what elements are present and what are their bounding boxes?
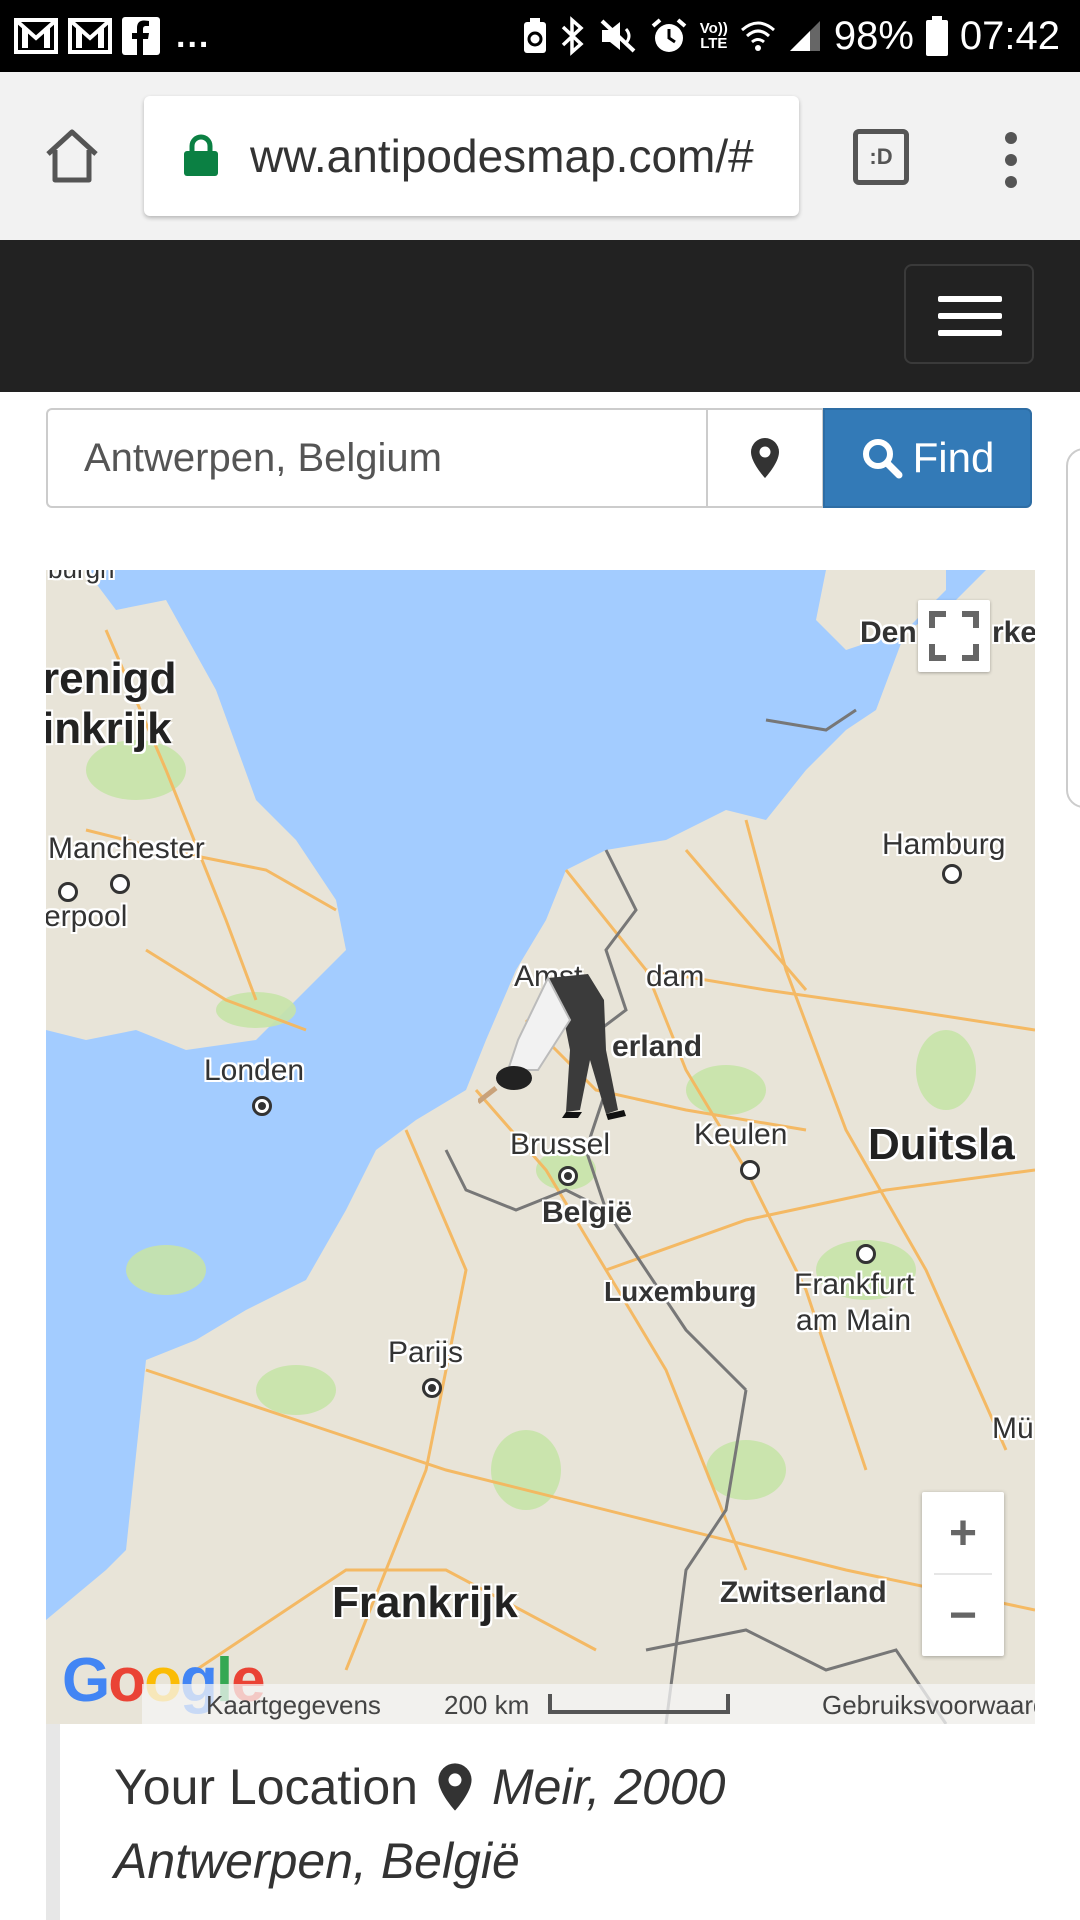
secure-lock-icon bbox=[184, 134, 218, 176]
map-attribution-bar: Kaartgegevens 200 km Gebruiksvoorwaarden bbox=[142, 1684, 1035, 1724]
map-label-denemarken-a: Den bbox=[860, 616, 917, 649]
map-label-verenigd: renigd bbox=[46, 654, 177, 703]
address-line-2: Antwerpen, België bbox=[114, 1833, 520, 1889]
more-vert-icon bbox=[1005, 132, 1017, 188]
map-label-munchen: Mü bbox=[992, 1412, 1034, 1445]
map-label-frankrijk: Frankrijk bbox=[332, 1578, 518, 1627]
clock: 07:42 bbox=[959, 14, 1060, 58]
map-label-hamburg: Hamburg bbox=[882, 828, 1006, 861]
zoom-controls: + − bbox=[922, 1492, 1004, 1656]
address-bar[interactable]: ww.antipodesmap.com/# bbox=[144, 96, 799, 216]
person-figure-icon bbox=[476, 974, 626, 1120]
capital-marker bbox=[558, 1166, 578, 1186]
zoom-out-button[interactable]: − bbox=[922, 1574, 1004, 1656]
zoom-in-button[interactable]: + bbox=[922, 1492, 1004, 1574]
map-label-duitsland: Duitsla bbox=[868, 1120, 1015, 1169]
nav-menu-toggle[interactable] bbox=[904, 264, 1034, 364]
location-search: Find bbox=[46, 408, 1032, 508]
location-search-input[interactable] bbox=[46, 408, 708, 508]
bluetooth-icon bbox=[560, 16, 586, 56]
find-label: Find bbox=[912, 434, 995, 481]
wifi-icon bbox=[740, 18, 776, 54]
terms-link[interactable]: Gebruiksvoorwaarden bbox=[822, 1690, 1035, 1721]
signal-icon bbox=[788, 19, 822, 53]
map-label-manchester: Manchester bbox=[48, 832, 205, 865]
search-icon bbox=[862, 439, 903, 479]
map-label-zwitserland: Zwitserland bbox=[720, 1576, 887, 1609]
address-line-1: Meir, 2000 bbox=[491, 1759, 726, 1815]
map-data-link[interactable]: Kaartgegevens bbox=[206, 1690, 381, 1721]
map-label-frankfurt: Frankfurt bbox=[794, 1268, 915, 1301]
your-location-card: Your Location Meir, 2000 Antwerpen, Belg… bbox=[46, 1724, 1035, 1920]
browser-toolbar: ww.antipodesmap.com/# :D bbox=[0, 72, 1080, 240]
battery-icon bbox=[925, 16, 948, 56]
map-label-luxemburg: Luxemburg bbox=[604, 1276, 757, 1307]
map-label-liverpool: erpool bbox=[46, 900, 128, 933]
side-panel-edge bbox=[1066, 448, 1080, 808]
map-marker-icon bbox=[438, 1763, 472, 1811]
map-marker-icon bbox=[751, 438, 779, 478]
fullscreen-icon bbox=[929, 611, 979, 661]
map-label-denemarken-b: rke bbox=[992, 616, 1035, 649]
more-notifications: ... bbox=[176, 17, 211, 55]
gmail-icon bbox=[68, 18, 112, 54]
city-marker bbox=[856, 1244, 876, 1264]
alarm-icon bbox=[650, 17, 688, 55]
city-marker bbox=[110, 874, 130, 894]
your-location-heading: Your Location bbox=[114, 1759, 418, 1815]
fullscreen-button[interactable] bbox=[918, 600, 990, 672]
gmail-icon bbox=[14, 18, 58, 54]
capital-marker bbox=[252, 1096, 272, 1116]
battery-percent: 98% bbox=[833, 14, 914, 58]
browser-menu-button[interactable] bbox=[994, 130, 1028, 190]
hamburger-icon bbox=[938, 296, 1002, 302]
find-button[interactable]: Find bbox=[823, 408, 1032, 508]
city-marker bbox=[942, 864, 962, 884]
map-label-koninkrijk: inkrijk bbox=[46, 704, 172, 753]
map-label-belgie: België bbox=[542, 1196, 633, 1229]
status-bar: ... Vo)) LTE 98% 07:42 bbox=[0, 0, 1080, 72]
home-button[interactable] bbox=[40, 124, 104, 188]
facebook-icon bbox=[122, 17, 160, 55]
site-navbar bbox=[0, 240, 1080, 392]
map-label-londen: Londen bbox=[204, 1054, 305, 1087]
map-label-parijs: Parijs bbox=[388, 1336, 464, 1369]
antipode-figure-marker[interactable] bbox=[476, 960, 658, 1140]
tab-switcher-button[interactable]: :D bbox=[853, 129, 909, 185]
map-label-edinburgh: burgh bbox=[48, 570, 115, 585]
mute-vibrate-icon bbox=[598, 17, 638, 55]
city-marker bbox=[740, 1160, 760, 1180]
map-scale-label[interactable]: 200 km bbox=[444, 1690, 529, 1721]
url-text: ww.antipodesmap.com/# bbox=[250, 130, 754, 182]
map[interactable]: burgh renigd inkrijk Manchester erpool L… bbox=[46, 570, 1035, 1724]
map-label-keulen: Keulen bbox=[694, 1118, 788, 1151]
home-icon bbox=[46, 129, 98, 183]
capital-marker bbox=[422, 1378, 442, 1398]
map-label-am-main: am Main bbox=[796, 1304, 912, 1337]
battery-saver-icon bbox=[522, 17, 548, 55]
map-scale-bar bbox=[548, 1694, 730, 1714]
volte-icon: Vo)) LTE bbox=[699, 20, 728, 52]
use-my-location-button[interactable] bbox=[706, 408, 824, 508]
city-marker bbox=[58, 882, 78, 902]
